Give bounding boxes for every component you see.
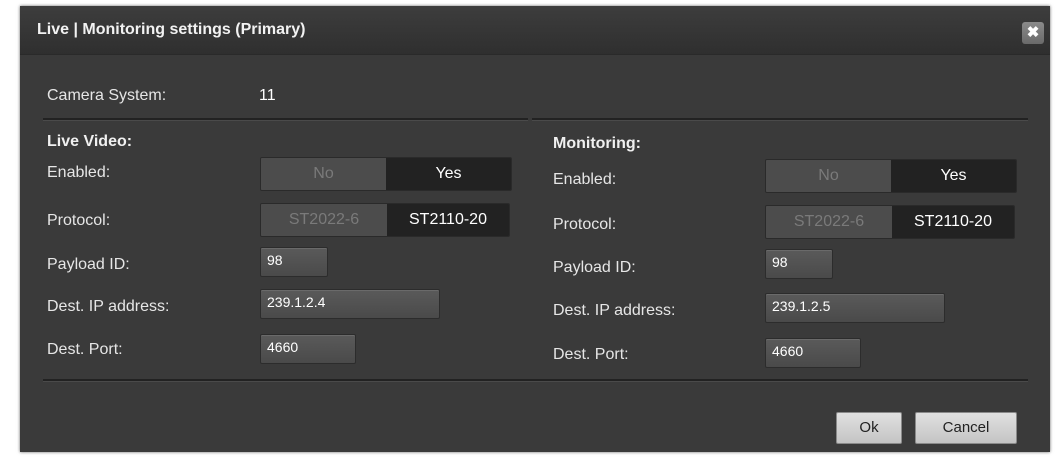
- mon-enabled-toggle: No Yes: [765, 159, 1017, 193]
- mon-enabled-no[interactable]: No: [766, 160, 891, 192]
- camera-system-value: 11: [259, 87, 276, 104]
- mon-protocol-st2110-20[interactable]: ST2110-20: [892, 206, 1014, 238]
- camera-system-label: Camera System:: [47, 87, 167, 104]
- divider-right-top: [532, 118, 1028, 121]
- live-protocol-toggle: ST2022-6 ST2110-20: [260, 203, 510, 237]
- live-video-heading: Live Video:: [47, 133, 133, 150]
- live-ip-input[interactable]: 239.1.2.4: [260, 289, 440, 319]
- close-button[interactable]: ✖: [1022, 22, 1044, 44]
- live-protocol-st2022-6[interactable]: ST2022-6: [261, 204, 387, 236]
- mon-payload-input[interactable]: 98: [765, 249, 833, 279]
- live-payload-input[interactable]: 98: [260, 247, 328, 277]
- live-enabled-label: Enabled:: [47, 164, 111, 181]
- divider-left-top: [43, 118, 528, 121]
- mon-ip-label: Dest. IP address:: [553, 302, 676, 319]
- close-icon: ✖: [1026, 24, 1040, 41]
- live-enabled-no[interactable]: No: [261, 158, 386, 190]
- live-protocol-label: Protocol:: [47, 212, 111, 229]
- monitoring-heading: Monitoring:: [553, 135, 641, 152]
- live-payload-label: Payload ID:: [47, 256, 130, 273]
- divider-bottom: [43, 379, 1028, 382]
- dialog-title: Live | Monitoring settings (Primary): [37, 21, 306, 38]
- mon-port-label: Dest. Port:: [553, 346, 629, 363]
- mon-ip-input[interactable]: 239.1.2.5: [765, 293, 945, 323]
- mon-protocol-label: Protocol:: [553, 216, 617, 233]
- mon-protocol-st2022-6[interactable]: ST2022-6: [766, 206, 892, 238]
- live-enabled-yes[interactable]: Yes: [386, 158, 511, 190]
- live-protocol-st2110-20[interactable]: ST2110-20: [387, 204, 509, 236]
- cancel-button[interactable]: Cancel: [915, 412, 1017, 444]
- dialog-titlebar[interactable]: Live | Monitoring settings (Primary) ✖: [20, 6, 1050, 55]
- live-port-input[interactable]: 4660: [260, 334, 356, 364]
- mon-payload-label: Payload ID:: [553, 259, 636, 276]
- mon-port-input[interactable]: 4660: [765, 338, 861, 368]
- mon-protocol-toggle: ST2022-6 ST2110-20: [765, 205, 1015, 239]
- live-enabled-toggle: No Yes: [260, 157, 512, 191]
- live-port-label: Dest. Port:: [47, 341, 123, 358]
- mon-enabled-label: Enabled:: [553, 171, 617, 188]
- mon-enabled-yes[interactable]: Yes: [891, 160, 1016, 192]
- ok-button[interactable]: Ok: [836, 412, 902, 444]
- live-ip-label: Dest. IP address:: [47, 298, 170, 315]
- monitoring-settings-dialog: Live | Monitoring settings (Primary) ✖ C…: [20, 6, 1050, 452]
